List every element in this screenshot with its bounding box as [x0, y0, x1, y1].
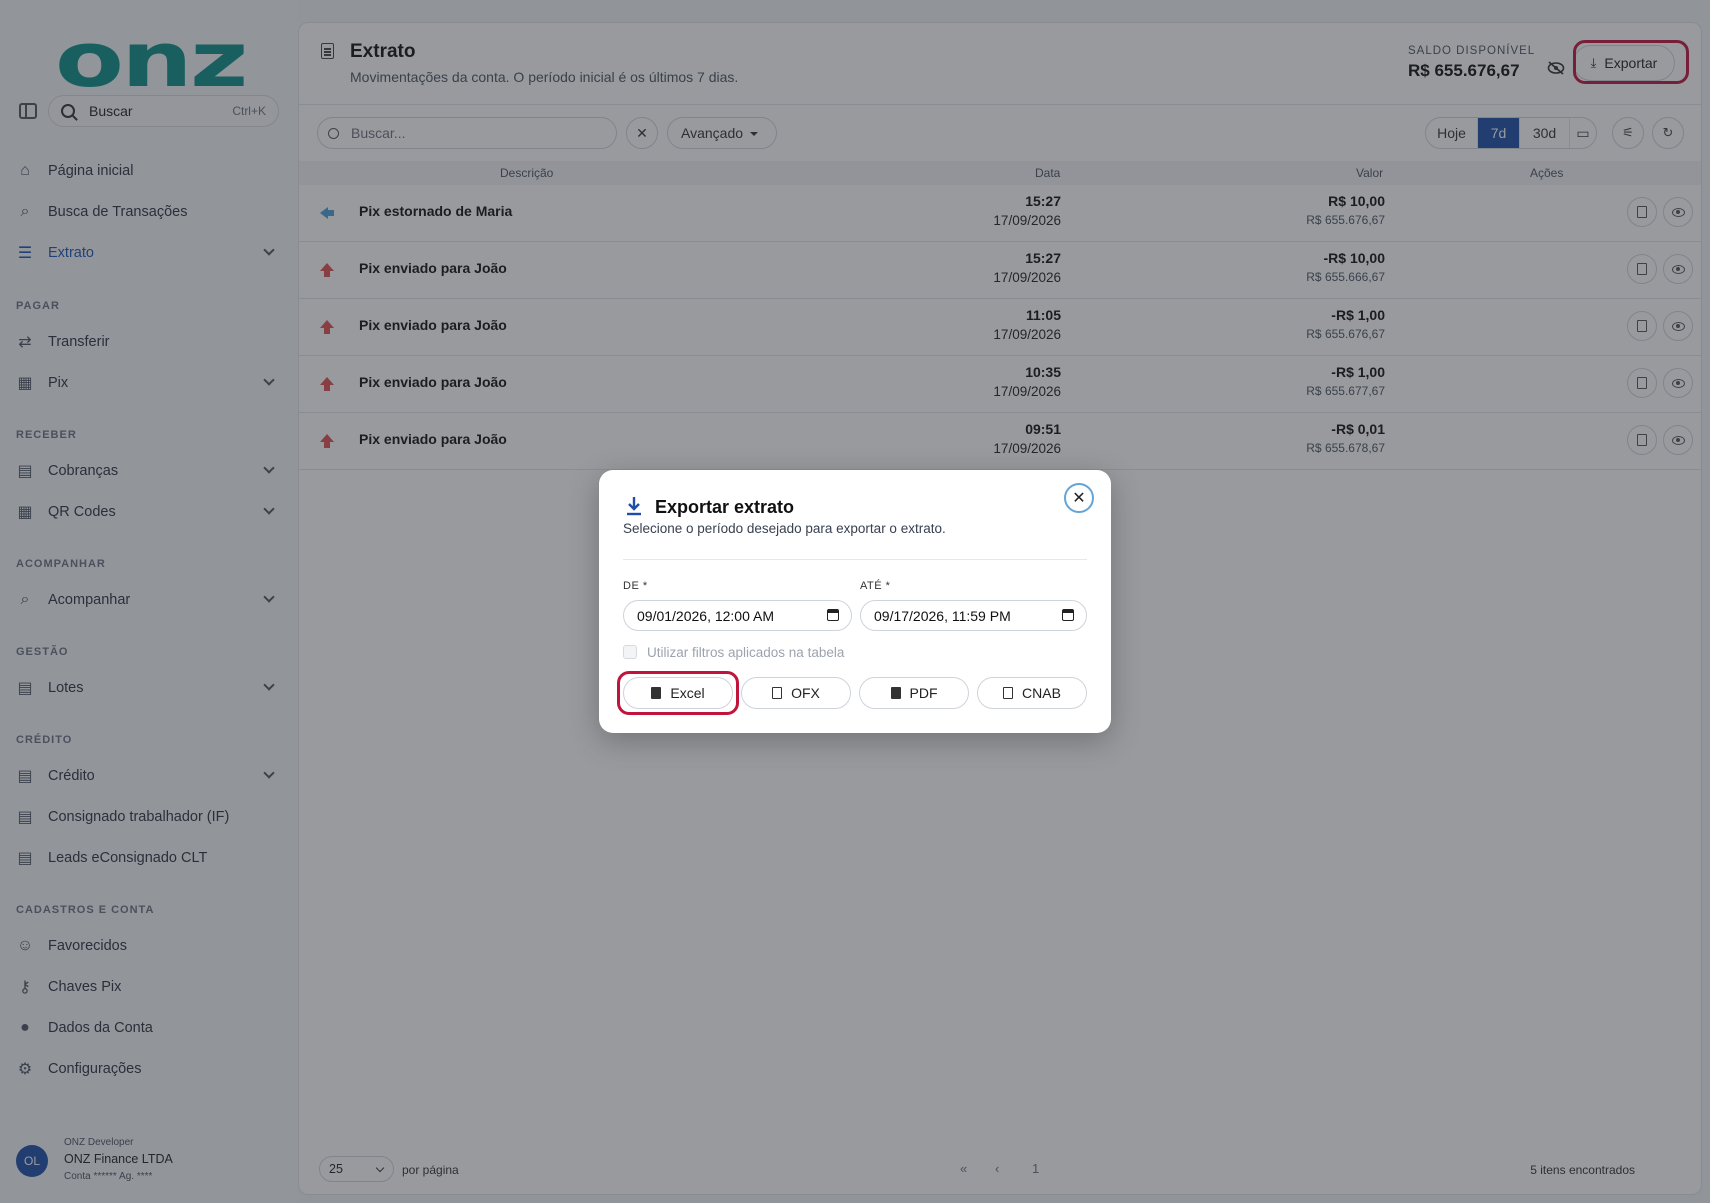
to-datetime-value: 09/17/2026, 11:59 PM [874, 607, 1011, 624]
format-label: OFX [791, 685, 820, 701]
export-ofx-button[interactable]: OFX [741, 677, 851, 709]
close-icon[interactable]: ✕ [1064, 483, 1094, 513]
export-modal: Exportar extrato Selecione o período des… [599, 470, 1111, 733]
divider [623, 559, 1087, 560]
use-filters-checkbox[interactable] [623, 645, 637, 659]
format-label: CNAB [1022, 685, 1061, 701]
calendar-icon[interactable] [1062, 609, 1074, 621]
format-label: PDF [909, 685, 938, 701]
file-icon [1003, 687, 1014, 699]
export-cnab-button[interactable]: CNAB [977, 677, 1087, 709]
modal-title: Exportar extrato [655, 497, 795, 517]
to-datetime-input[interactable]: 09/17/2026, 11:59 PM [860, 600, 1087, 631]
export-pdf-button[interactable]: PDF [859, 677, 969, 709]
from-datetime-input[interactable]: 09/01/2026, 12:00 AM [623, 600, 852, 631]
from-datetime-value: 09/01/2026, 12:00 AM [637, 607, 774, 624]
to-label: ATÉ * [860, 580, 891, 592]
from-label: DE * [623, 580, 648, 592]
file-icon [772, 687, 783, 699]
pdf-icon [890, 687, 901, 699]
excel-highlight [617, 671, 739, 715]
modal-subtitle: Selecione o período desejado para export… [623, 521, 946, 536]
download-icon [627, 497, 641, 516]
calendar-icon[interactable] [827, 609, 839, 621]
use-filters-label: Utilizar filtros aplicados na tabela [647, 645, 845, 660]
